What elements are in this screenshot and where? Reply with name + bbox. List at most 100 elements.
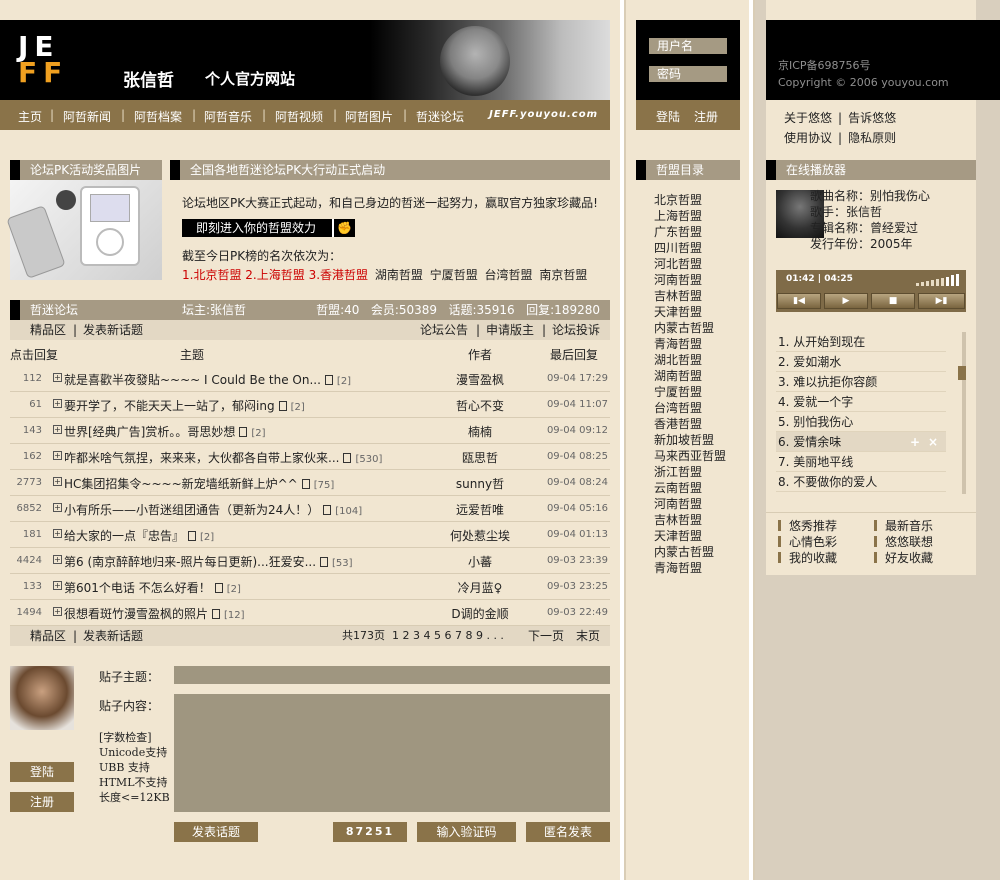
nav-news[interactable]: 阿哲新闻 [63,108,111,125]
topic-pages[interactable]: [2] [227,584,241,595]
complaint-link[interactable]: 论坛投诉 [552,320,600,340]
league-item[interactable]: 内蒙古哲盟 [654,544,726,560]
anonymous-post-button[interactable]: 匿名发表 [526,822,610,842]
topic-title[interactable]: 小有所乐——小哲迷组团通告（更新为24人！） [104] [64,501,362,518]
expand-icon[interactable]: + [53,607,62,616]
topic-title-text[interactable]: HC集团招集令~~~~新宠墙纸新鲜上炉^^ [64,477,298,491]
recommend-link[interactable]: 悠秀推荐 [789,519,837,533]
rank-item[interactable]: 台湾哲盟 [485,268,533,282]
topic-title[interactable]: 第601个电话 不怎么好看！ [2] [64,579,241,596]
topic-title-text[interactable]: 咋都米啥气氛捏，来来来，大伙都各自带上家伙来... [64,451,339,465]
league-item[interactable]: 天津哲盟 [654,304,726,320]
playlist-item[interactable]: 6. 爱情余味 + × [776,432,946,452]
prize-image[interactable] [6,180,162,280]
rank-item[interactable]: 1.北京哲盟 [182,268,241,282]
song-title[interactable]: 8. 不要做你的爱人 [778,475,877,489]
rank-item[interactable]: 宁厦哲盟 [430,268,478,282]
topic-title-text[interactable]: 世界[经典广告]赏析。。哥思妙想 [64,425,235,439]
nav-profile[interactable]: 阿哲档案 [134,108,182,125]
topic-title-text[interactable]: 第6 (南京醉醉地归来-照片每日更新)...狂爱安... [64,555,316,569]
topic-title-text[interactable]: 给大家的一点『忠告』 [64,529,184,543]
topic-title[interactable]: 给大家的一点『忠告』 [2] [64,527,214,544]
login-button[interactable]: 登陆 [656,108,680,125]
topic-title[interactable]: 要开学了，不能天天上一站了，郁闷ing [2] [64,397,305,414]
topic-title-text[interactable]: 很想看斑竹漫雪盈枫的照片 [64,607,208,621]
topic-author[interactable]: 楠楠 [440,423,520,440]
site-domain[interactable]: JEFF.youyou.com [489,109,598,120]
topic-row[interactable]: 143 + 世界[经典广告]赏析。。哥思妙想 [2] 楠楠 09-04 09:12 [10,418,610,444]
word-count-check[interactable]: [字数检查] [99,730,170,745]
nav-forum[interactable]: 哲迷论坛 [416,108,464,125]
playlist-scrollbar[interactable] [962,332,966,494]
topic-pages[interactable]: [2] [251,428,265,439]
topic-author[interactable]: 小蕃 [440,553,520,570]
playlist-scroll-thumb[interactable] [958,366,966,380]
expand-icon[interactable]: + [53,373,62,382]
league-item[interactable]: 湖北哲盟 [654,352,726,368]
nav-photos[interactable]: 阿哲图片 [345,108,393,125]
subject-input[interactable] [174,666,610,684]
play-icon[interactable]: ▶ [824,293,868,309]
pagination[interactable]: 共173页 1 2 3 4 5 6 7 8 9 . . . [342,626,504,646]
topic-pages[interactable]: [104] [335,506,362,517]
league-item[interactable]: 内蒙古哲盟 [654,320,726,336]
topic-title[interactable]: 世界[经典广告]赏析。。哥思妙想 [2] [64,423,266,440]
song-title[interactable]: 6. 爱情余味 [778,435,841,449]
featured-link[interactable]: 精品区 [30,320,66,340]
forum-notice-link[interactable]: 论坛公告 [420,320,468,340]
privacy-link[interactable]: 隐私原则 [848,131,896,145]
captcha-input[interactable]: 输入验证码 [417,822,516,842]
site-logo[interactable]: JE FF [18,33,68,87]
topic-author[interactable]: D调的金顺 [440,605,520,622]
league-item[interactable]: 吉林哲盟 [654,512,726,528]
topic-title-text[interactable]: 小有所乐——小哲迷组团通告（更新为24人！） [64,503,319,517]
league-item[interactable]: 香港哲盟 [654,416,726,432]
nav-music[interactable]: 阿哲音乐 [204,108,252,125]
league-item[interactable]: 湖南哲盟 [654,368,726,384]
username-input[interactable]: 用户名 [649,38,727,54]
expand-icon[interactable]: + [53,555,62,564]
topic-title[interactable]: 很想看斑竹漫雪盈枫的照片 [12] [64,605,245,622]
topic-pages[interactable]: [2] [291,402,305,413]
topic-row[interactable]: 1494 + 很想看斑竹漫雪盈枫的照片 [12] D调的金顺 09-03 22:49 [10,600,610,626]
league-item[interactable]: 河北哲盟 [654,256,726,272]
league-item[interactable]: 新加坡哲盟 [654,432,726,448]
new-music-link[interactable]: 最新音乐 [885,519,933,533]
topic-title[interactable]: 第6 (南京醉醉地归来-照片每日更新)...狂爱安... [53] [64,553,353,570]
content-textarea[interactable] [174,694,610,812]
topic-pages[interactable]: [53] [332,558,353,569]
topic-pages[interactable]: [2] [200,532,214,543]
league-item[interactable]: 吉林哲盟 [654,288,726,304]
league-item[interactable]: 上海哲盟 [654,208,726,224]
remove-icon[interactable]: × [928,432,938,452]
topic-author[interactable]: sunny哲 [440,475,520,492]
league-item[interactable]: 北京哲盟 [654,192,726,208]
rank-item[interactable]: 3.香港哲盟 [309,268,368,282]
topic-pages[interactable]: [12] [224,610,245,621]
league-item[interactable]: 马来西亚哲盟 [654,448,726,464]
topic-pages[interactable]: [75] [314,480,335,491]
topic-row[interactable]: 133 + 第601个电话 不怎么好看！ [2] 冷月蓝♀ 09-03 23:25 [10,574,610,600]
playlist-item[interactable]: 2. 爱如潮水 [776,352,946,372]
league-item[interactable]: 河南哲盟 [654,496,726,512]
expand-icon[interactable]: + [53,425,62,434]
new-topic-link[interactable]: 发表新话题 [83,320,143,340]
about-link[interactable]: 关于悠悠 [784,111,832,125]
topic-author[interactable]: 冷月蓝♀ [440,579,520,596]
submit-topic-button[interactable]: 发表话题 [174,822,258,842]
song-title[interactable]: 4. 爱就一个字 [778,395,853,409]
topic-title-text[interactable]: 第601个电话 不怎么好看！ [64,581,211,595]
topic-pages[interactable]: [530] [355,454,382,465]
topic-author[interactable]: 漫雪盈枫 [440,371,520,388]
song-title[interactable]: 1. 从开始到现在 [778,335,865,349]
league-item[interactable]: 浙江哲盟 [654,464,726,480]
song-title[interactable]: 2. 爱如潮水 [778,355,841,369]
topic-title-text[interactable]: 就是喜歡半夜發貼~~~~ I Could Be the On... [64,373,321,387]
playlist-item[interactable]: 7. 美丽地平线 [776,452,946,472]
post-login-button[interactable]: 登陆 [10,762,74,782]
league-item[interactable]: 天津哲盟 [654,528,726,544]
volume-icon[interactable] [916,274,960,286]
playlist-item[interactable]: 4. 爱就一个字 [776,392,946,412]
last-page-link[interactable]: 末页 [576,626,600,646]
playlist-item[interactable]: 8. 不要做你的爱人 [776,472,946,492]
